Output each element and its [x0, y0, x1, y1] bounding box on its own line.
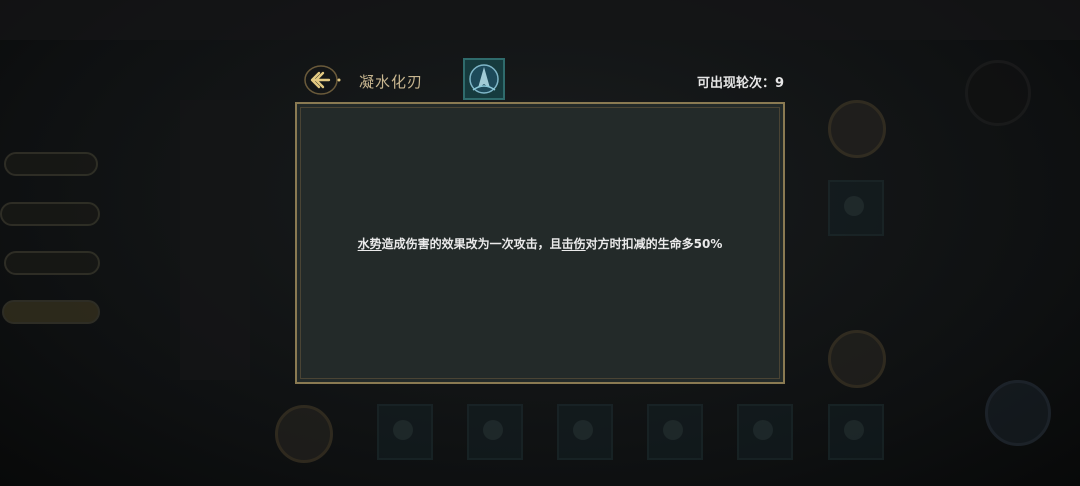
- bg-avatar: [275, 405, 333, 463]
- keyword-water-momentum[interactable]: 水势: [358, 237, 382, 251]
- bg-tile: [377, 404, 433, 460]
- skill-title: 凝水化刃: [359, 73, 424, 91]
- skill-description: 水势造成伤害的效果改为一次攻击，且击伤对方时扣减的生命多50%: [297, 235, 783, 252]
- description-text: 对方时扣减的生命多50%: [585, 237, 723, 251]
- bg-tile: [828, 404, 884, 460]
- bg-emblem: [965, 60, 1031, 126]
- back-button[interactable]: [303, 64, 343, 96]
- bg-tile: [557, 404, 613, 460]
- appear-rounds: 可出现轮次：9: [697, 72, 784, 91]
- bg-emblem: [985, 380, 1051, 446]
- bg-menu-pill: [4, 152, 98, 176]
- back-arrow-icon: [304, 65, 341, 95]
- water-blade-skill-icon: [463, 58, 505, 100]
- bg-menu-pill: [2, 300, 100, 324]
- bg-avatar: [828, 330, 886, 388]
- bg-tile: [467, 404, 523, 460]
- bg-menu-pill: [0, 202, 100, 226]
- skill-description-dialog: 水势造成伤害的效果改为一次攻击，且击伤对方时扣减的生命多50%: [295, 102, 785, 384]
- appear-rounds-label: 可出现轮次：: [697, 76, 776, 91]
- appear-rounds-value: 9: [775, 76, 785, 91]
- top-bar-shadow: [0, 0, 1080, 40]
- bg-menu-pill: [4, 251, 100, 275]
- bg-panel: [180, 100, 250, 380]
- description-text: 造成伤害的效果改为一次攻击，且: [381, 237, 562, 251]
- bg-tile: [647, 404, 703, 460]
- keyword-strike-wound[interactable]: 击伤: [562, 237, 586, 251]
- bg-avatar: [828, 100, 886, 158]
- bg-tile: [737, 404, 793, 460]
- bg-tile: [828, 180, 884, 236]
